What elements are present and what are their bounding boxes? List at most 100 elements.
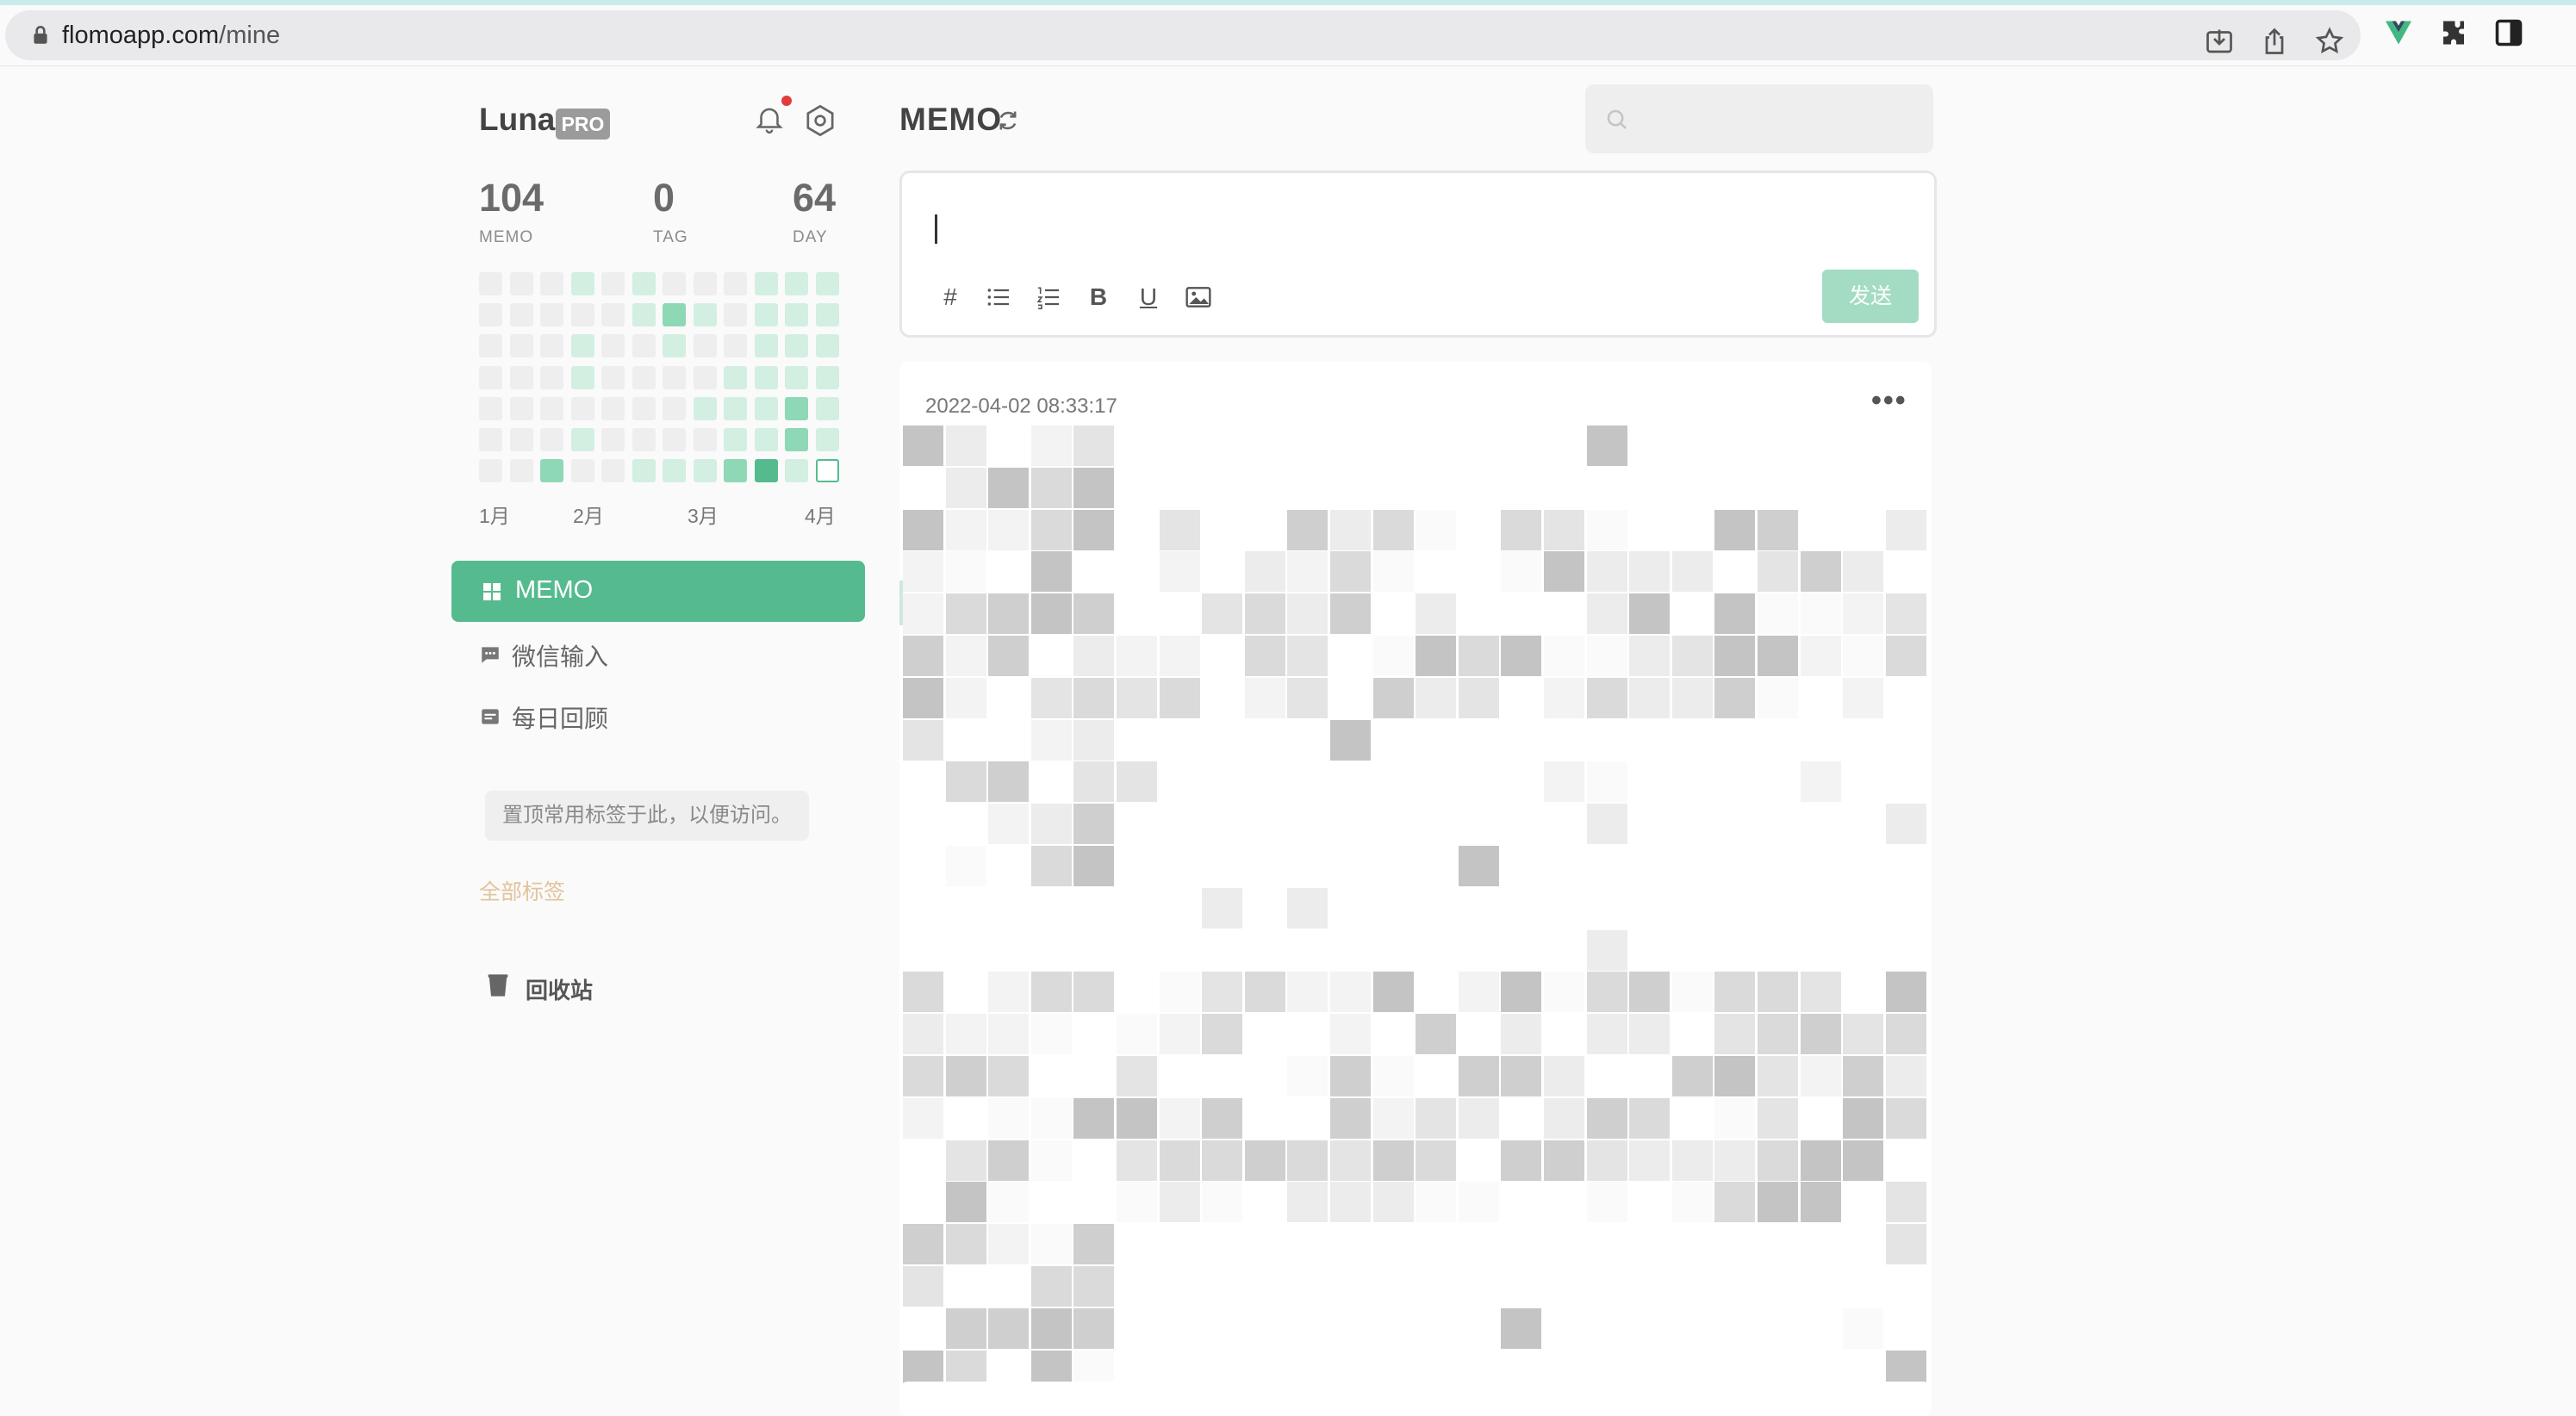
heatmap-cell[interactable] <box>632 396 656 420</box>
heatmap-cell[interactable] <box>479 396 502 420</box>
heatmap-cell[interactable] <box>570 428 594 451</box>
heatmap-cell[interactable] <box>785 428 808 451</box>
memo-input[interactable] <box>933 204 1884 259</box>
address-bar[interactable]: flomoapp.com/mine <box>5 10 2361 60</box>
heatmap-cell[interactable] <box>601 365 625 389</box>
heatmap-cell[interactable] <box>509 396 533 420</box>
notification-bell-icon[interactable] <box>753 102 786 136</box>
heatmap-cell[interactable] <box>754 303 778 327</box>
heatmap-cell[interactable] <box>479 365 502 389</box>
memo-card[interactable] <box>899 1382 1932 1416</box>
heatmap-cell[interactable] <box>601 334 625 358</box>
heatmap-cell[interactable] <box>724 428 747 451</box>
heatmap-cell[interactable] <box>632 303 656 327</box>
heatmap-cell[interactable] <box>754 396 778 420</box>
heatmap-cell[interactable] <box>540 428 563 451</box>
heatmap-cell[interactable] <box>693 459 717 483</box>
heatmap-cell[interactable] <box>815 334 839 358</box>
heatmap-cell[interactable] <box>693 334 717 358</box>
heatmap-cell[interactable] <box>754 334 778 358</box>
heatmap-cell[interactable] <box>509 272 533 295</box>
heatmap-cell[interactable] <box>663 334 686 358</box>
refresh-icon[interactable] <box>996 109 1020 133</box>
heatmap-cell[interactable] <box>785 396 808 420</box>
heatmap-cell[interactable] <box>724 396 747 420</box>
heatmap-cell[interactable] <box>724 459 747 483</box>
heatmap-cell[interactable] <box>570 396 594 420</box>
heatmap-cell[interactable] <box>540 272 563 295</box>
heatmap-cell[interactable] <box>663 303 686 327</box>
nav-item-trash[interactable]: 回收站 <box>451 963 865 1011</box>
send-button[interactable]: 发送 <box>1822 270 1919 323</box>
heatmap-cell[interactable] <box>724 365 747 389</box>
image-upload-button[interactable] <box>1183 282 1214 313</box>
heatmap-cell[interactable] <box>693 396 717 420</box>
heatmap-cell[interactable] <box>815 365 839 389</box>
heatmap-cell[interactable] <box>724 272 747 295</box>
heatmap-cell[interactable] <box>632 365 656 389</box>
heatmap-cell[interactable] <box>815 428 839 451</box>
heatmap-cell[interactable] <box>632 272 656 295</box>
heatmap-cell[interactable] <box>815 396 839 420</box>
settings-gear-icon[interactable] <box>803 103 837 138</box>
heatmap-cell[interactable] <box>754 365 778 389</box>
heatmap-cell[interactable] <box>601 428 625 451</box>
url-text[interactable]: flomoapp.com/mine <box>62 19 280 52</box>
heatmap-cell[interactable] <box>509 459 533 483</box>
all-tags-link[interactable]: 全部标签 <box>479 875 565 906</box>
heatmap-cell[interactable] <box>509 303 533 327</box>
heatmap-cell[interactable] <box>815 272 839 295</box>
search-input[interactable] <box>1639 98 1918 141</box>
heatmap-cell[interactable] <box>693 365 717 389</box>
heatmap-cell[interactable] <box>601 396 625 420</box>
tag-hash-button[interactable]: # <box>935 282 966 313</box>
heatmap-cell[interactable] <box>540 303 563 327</box>
heatmap-cell[interactable] <box>663 365 686 389</box>
install-icon[interactable] <box>2204 26 2235 57</box>
heatmap-cell[interactable] <box>570 303 594 327</box>
heatmap-cell[interactable] <box>601 272 625 295</box>
heatmap-cell[interactable] <box>785 272 808 295</box>
heatmap-cell[interactable] <box>724 334 747 358</box>
nav-item-memo[interactable]: MEMO <box>451 561 865 622</box>
lock-icon[interactable] <box>29 24 52 47</box>
heatmap-cell[interactable] <box>754 272 778 295</box>
heatmap-cell[interactable] <box>785 303 808 327</box>
heatmap-cell[interactable] <box>663 428 686 451</box>
heatmap-cell[interactable] <box>540 334 563 358</box>
share-icon[interactable] <box>2259 26 2290 57</box>
heatmap-cell[interactable] <box>754 459 778 483</box>
heatmap-cell[interactable] <box>479 272 502 295</box>
heatmap-cell[interactable] <box>693 428 717 451</box>
sidepanel-icon[interactable] <box>2493 17 2524 48</box>
heatmap-cell[interactable] <box>632 428 656 451</box>
heatmap-cell[interactable] <box>509 365 533 389</box>
heatmap-cell[interactable] <box>815 303 839 327</box>
heatmap-cell[interactable] <box>479 428 502 451</box>
heatmap-cell[interactable] <box>693 272 717 295</box>
heatmap-cell[interactable] <box>570 459 594 483</box>
extensions-puzzle-icon[interactable] <box>2438 17 2469 48</box>
nav-item-wechat[interactable]: 微信输入 <box>451 629 865 680</box>
heatmap-cell[interactable] <box>479 334 502 358</box>
heatmap-cell[interactable] <box>663 272 686 295</box>
heatmap-cell[interactable] <box>663 459 686 483</box>
vue-devtools-icon[interactable] <box>2383 17 2414 48</box>
heatmap-cell[interactable] <box>785 334 808 358</box>
nav-item-daily-review[interactable]: 每日回顾 <box>451 691 865 742</box>
search-box[interactable] <box>1585 84 1933 153</box>
bold-button[interactable]: B <box>1083 282 1114 313</box>
heatmap-cell[interactable] <box>479 303 502 327</box>
heatmap-cell[interactable] <box>570 334 594 358</box>
heatmap-cell[interactable] <box>540 396 563 420</box>
heatmap-cell[interactable] <box>663 396 686 420</box>
heatmap-cell[interactable] <box>754 428 778 451</box>
bullet-list-button[interactable] <box>983 282 1014 313</box>
heatmap-cell[interactable] <box>540 365 563 389</box>
heatmap-cell[interactable] <box>509 428 533 451</box>
memo-card[interactable]: 2022-04-02 08:33:17 ••• <box>899 362 1932 1409</box>
heatmap-cell[interactable] <box>479 459 502 483</box>
memo-editor[interactable]: # B U 发送 <box>899 171 1937 338</box>
heatmap-cell[interactable] <box>815 459 839 483</box>
heatmap-cell[interactable] <box>601 303 625 327</box>
